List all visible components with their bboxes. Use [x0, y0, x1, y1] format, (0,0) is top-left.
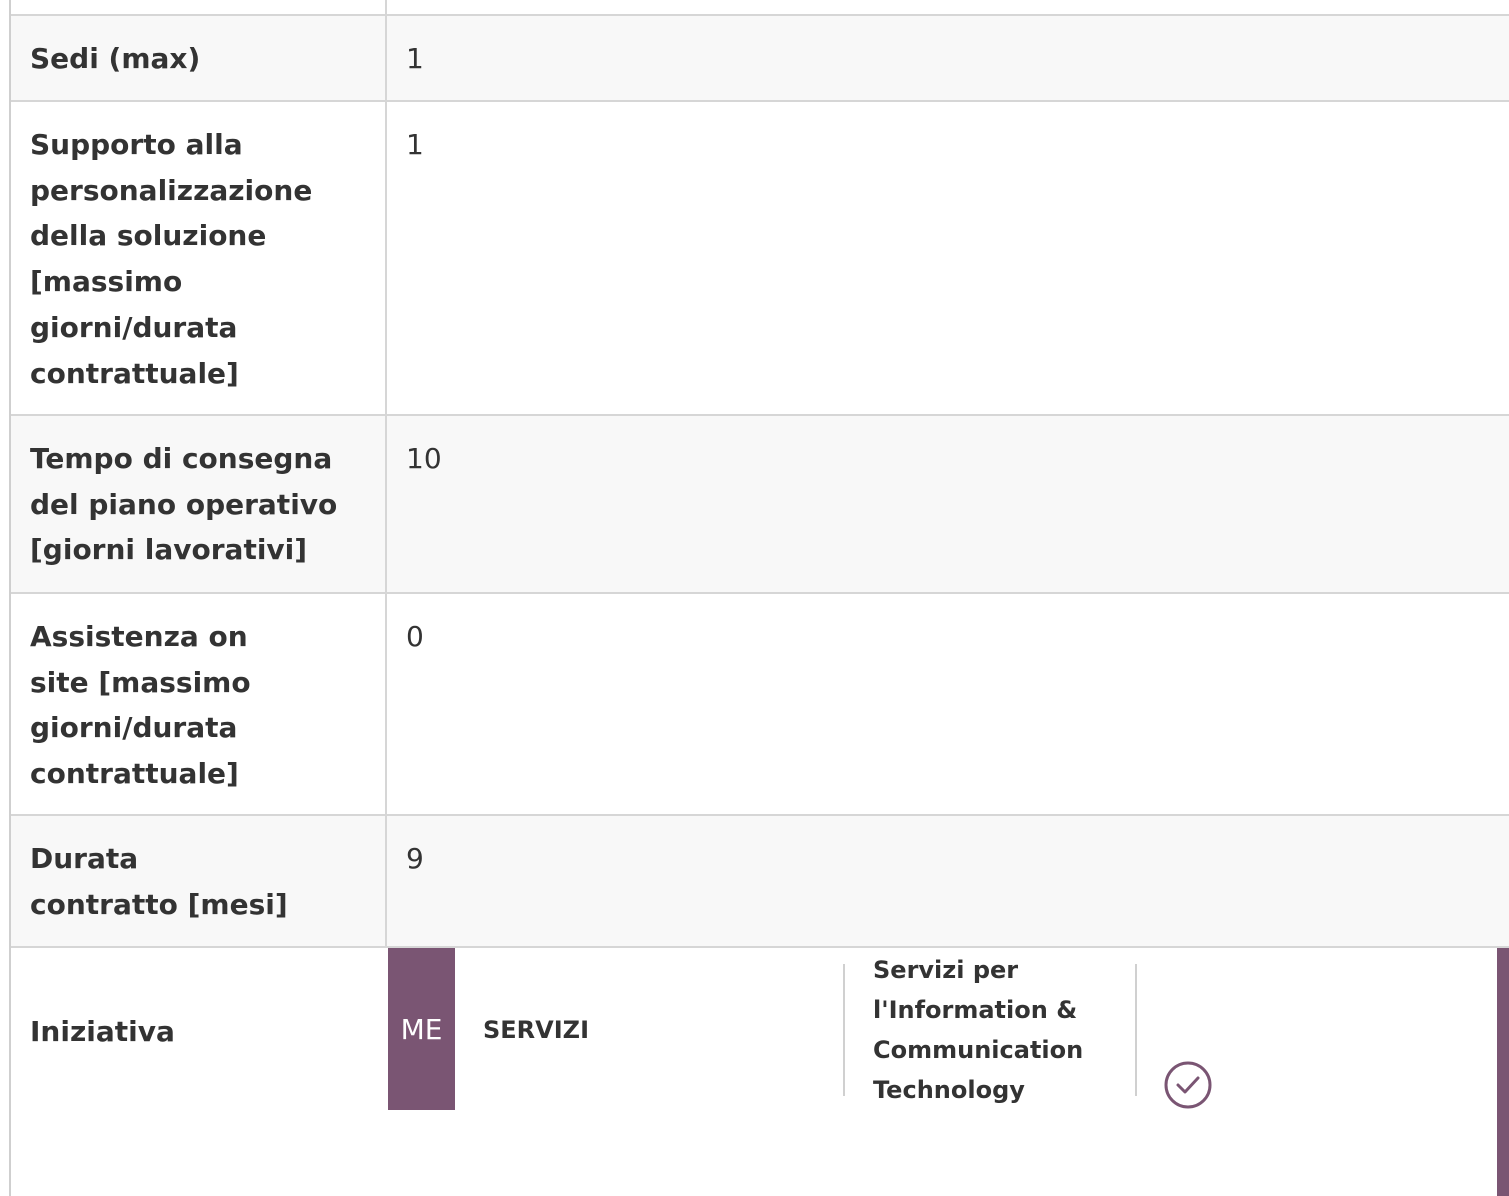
- row-divider: [11, 814, 1509, 816]
- product-details-table: Sedi (max) 1 Supporto alla personalizzaz…: [0, 0, 1509, 1196]
- table-row-top: [11, 0, 1509, 15]
- row-divider: [11, 946, 1509, 948]
- table-left-border: [9, 0, 11, 1196]
- row-label: Sedi (max): [30, 42, 201, 75]
- row-value: 1: [406, 128, 424, 161]
- row-label: Assistenza on site [massimo giorni/durat…: [30, 620, 251, 791]
- column-separator: [1135, 964, 1137, 1096]
- column-separator: [843, 964, 845, 1096]
- row-label: Supporto alla personalizzazione della so…: [30, 128, 313, 390]
- row-value: 10: [406, 442, 442, 475]
- row-value: 1: [406, 42, 424, 75]
- row-value: 9: [406, 842, 424, 875]
- table-row: [11, 947, 1509, 1196]
- row-divider: [11, 592, 1509, 594]
- row-label: Tempo di consegna del piano operativo [g…: [30, 442, 338, 567]
- row-divider: [11, 14, 1509, 16]
- row-label: Durata contratto [mesi]: [30, 842, 288, 921]
- check-circle-icon: [1163, 1060, 1213, 1110]
- initiative-accent-bar: [1497, 948, 1509, 1196]
- initiative-badge: ME: [388, 948, 455, 1110]
- row-value: 0: [406, 620, 424, 653]
- column-divider: [385, 0, 387, 948]
- initiative-category: Servizi per l'Information & Communicatio…: [873, 956, 1084, 1104]
- initiative-type: SERVIZI: [483, 1016, 589, 1044]
- row-divider: [11, 414, 1509, 416]
- row-divider: [11, 100, 1509, 102]
- iniziativa-label: Iniziativa: [30, 1015, 175, 1048]
- initiative-badge-text: ME: [400, 1012, 443, 1046]
